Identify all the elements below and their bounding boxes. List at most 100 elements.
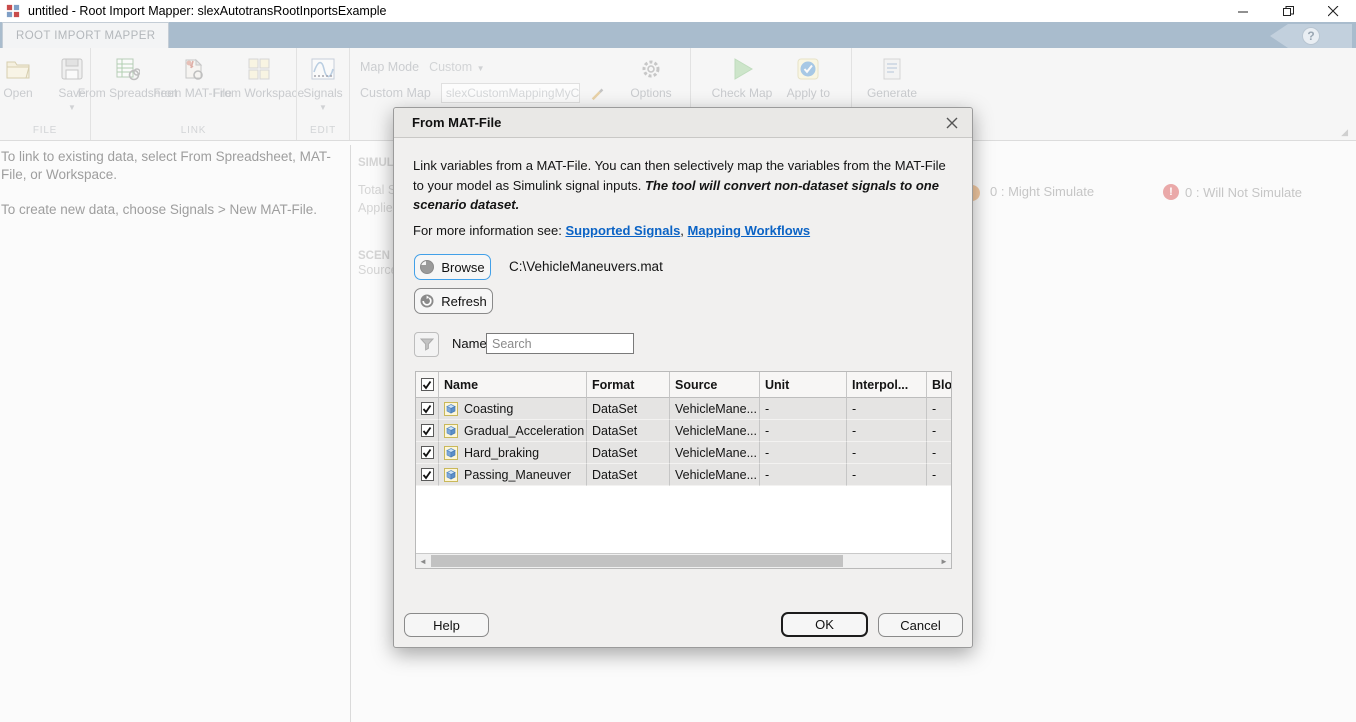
variable-unit: -	[760, 442, 847, 464]
filter-name-label: Name	[452, 336, 487, 351]
might-simulate-warning-icon	[972, 185, 980, 201]
refresh-button[interactable]: Refresh	[414, 288, 493, 314]
app-icon	[6, 4, 20, 18]
table-row[interactable]: Passing_Maneuver DataSet VehicleMane... …	[416, 464, 951, 486]
tab-root-import-mapper[interactable]: ROOT IMPORT MAPPER	[2, 22, 170, 48]
variable-unit: -	[760, 398, 847, 420]
map-mode-dropdown[interactable]: Custom ▼	[429, 58, 484, 76]
dataset-cube-icon	[444, 401, 458, 416]
mapping-workflows-link[interactable]: Mapping Workflows	[688, 223, 811, 238]
window-titlebar: untitled - Root Import Mapper: slexAutot…	[0, 0, 1356, 22]
row-checkbox[interactable]	[420, 424, 434, 437]
help-icon[interactable]: ?	[1302, 27, 1320, 45]
open-button[interactable]: Open	[0, 56, 40, 101]
restore-button[interactable]	[1266, 0, 1311, 22]
apply-check-icon	[797, 58, 819, 80]
status-might-simulate: 0 : Might Simulate	[990, 184, 1095, 199]
scroll-right-icon[interactable]: ►	[937, 554, 951, 568]
save-floppy-icon	[61, 58, 83, 80]
map-mode-label: Map Mode	[360, 60, 420, 74]
variable-source: VehicleMane...	[670, 398, 760, 420]
minimize-button[interactable]	[1221, 0, 1266, 22]
edit-group-label: EDIT	[310, 125, 336, 136]
table-header-row: Name Format Source Unit Interpol... Bloc	[416, 372, 951, 398]
variable-name: Passing_Maneuver	[464, 467, 572, 482]
col-header-name[interactable]: Name	[439, 372, 587, 398]
row-checkbox[interactable]	[420, 468, 434, 481]
variable-source: VehicleMane...	[670, 464, 760, 486]
spreadsheet-icon	[116, 58, 141, 81]
signals-dropdown-arrow[interactable]: ▼	[319, 103, 327, 112]
table-row[interactable]: Gradual_Acceleration DataSet VehicleMane…	[416, 420, 951, 442]
variable-name: Coasting	[464, 401, 514, 416]
browse-icon	[420, 260, 435, 274]
fragment-scenario-header: SCEN	[358, 250, 390, 262]
apply-to-button[interactable]: Apply to	[786, 56, 830, 101]
open-folder-icon	[6, 61, 30, 79]
dialog-titlebar[interactable]: From MAT-File	[394, 108, 972, 138]
variable-block: -	[927, 442, 951, 464]
from-workspace-button[interactable]: From Workspace	[213, 56, 304, 101]
cancel-button[interactable]: Cancel	[878, 613, 963, 637]
from-mat-file-dialog: From MAT-File Link variables from a MAT-…	[393, 107, 973, 648]
col-header-source[interactable]: Source	[670, 372, 760, 398]
ribbon-collapse-icon[interactable]: ◢	[1341, 127, 1348, 138]
select-all-checkbox[interactable]	[420, 378, 434, 391]
variable-source: VehicleMane...	[670, 442, 760, 464]
check-map-button[interactable]: Check Map	[712, 56, 772, 101]
horizontal-scrollbar[interactable]: ◄ ►	[416, 553, 951, 568]
col-header-unit[interactable]: Unit	[760, 372, 847, 398]
variable-interpolation: -	[847, 398, 927, 420]
variables-table: Name Format Source Unit Interpol... Blo c…	[415, 371, 952, 569]
save-dropdown-arrow[interactable]: ▼	[68, 103, 76, 112]
close-window-button[interactable]	[1311, 0, 1356, 22]
filter-button[interactable]	[414, 332, 439, 357]
signals-sine-icon	[311, 58, 335, 80]
row-checkbox[interactable]	[420, 402, 434, 415]
variable-interpolation: -	[847, 442, 927, 464]
save-button[interactable]: Save ▼	[50, 56, 94, 112]
fragment-simulate-header: SIMUL	[358, 157, 394, 169]
dataset-cube-icon	[444, 423, 458, 438]
from-spreadsheet-button[interactable]: From Spreadsheet	[78, 56, 177, 101]
variable-interpolation: -	[847, 464, 927, 486]
custom-map-field[interactable]: slexCustomMappingMyCu	[440, 83, 580, 103]
status-will-not-simulate: ! 0 : Will Not Simulate	[1163, 184, 1302, 200]
col-header-format[interactable]: Format	[587, 372, 670, 398]
supported-signals-link[interactable]: Supported Signals	[565, 223, 680, 238]
panel-splitter[interactable]	[350, 145, 351, 722]
hint-link-data: To link to existing data, select From Sp…	[1, 149, 331, 183]
search-input[interactable]	[486, 333, 634, 354]
variable-unit: -	[760, 420, 847, 442]
selected-file-path: C:\VehicleManeuvers.mat	[509, 259, 663, 274]
window-title: untitled - Root Import Mapper: slexAutot…	[28, 4, 387, 18]
ok-button[interactable]: OK	[781, 612, 868, 637]
file-group-label: FILE	[32, 125, 58, 136]
hint-create-data: To create new data, choose Signals > New…	[1, 202, 318, 218]
table-row[interactable]: Coasting DataSet VehicleMane... - - -	[416, 398, 951, 420]
variable-block: -	[927, 464, 951, 486]
scrollbar-thumb[interactable]	[431, 555, 843, 567]
options-button[interactable]: Options	[629, 56, 673, 101]
fragment-source: Source	[358, 263, 394, 277]
col-header-block[interactable]: Bloc	[927, 372, 951, 398]
help-button[interactable]: Help	[404, 613, 489, 637]
scroll-left-icon[interactable]: ◄	[416, 554, 430, 568]
mat-file-icon	[185, 58, 203, 80]
dialog-title: From MAT-File	[412, 115, 502, 130]
signals-button[interactable]: Signals ▼	[301, 56, 345, 112]
table-row[interactable]: Hard_braking DataSet VehicleMane... - - …	[416, 442, 951, 464]
edit-custom-map-icon[interactable]	[590, 85, 604, 101]
browse-button[interactable]: Browse	[414, 254, 491, 280]
check-map-play-icon	[734, 58, 753, 80]
generate-button[interactable]: Generate	[867, 56, 917, 101]
variable-format: DataSet	[587, 464, 670, 486]
variable-interpolation: -	[847, 420, 927, 442]
generate-document-icon	[883, 58, 901, 80]
dialog-close-icon[interactable]	[942, 113, 962, 133]
col-header-interpolation[interactable]: Interpol...	[847, 372, 927, 398]
row-checkbox[interactable]	[420, 446, 434, 459]
help-chevron: ?	[1270, 24, 1352, 48]
dialog-info-line: For more information see: Supported Sign…	[413, 223, 811, 238]
workspace-grid-icon	[248, 58, 270, 80]
